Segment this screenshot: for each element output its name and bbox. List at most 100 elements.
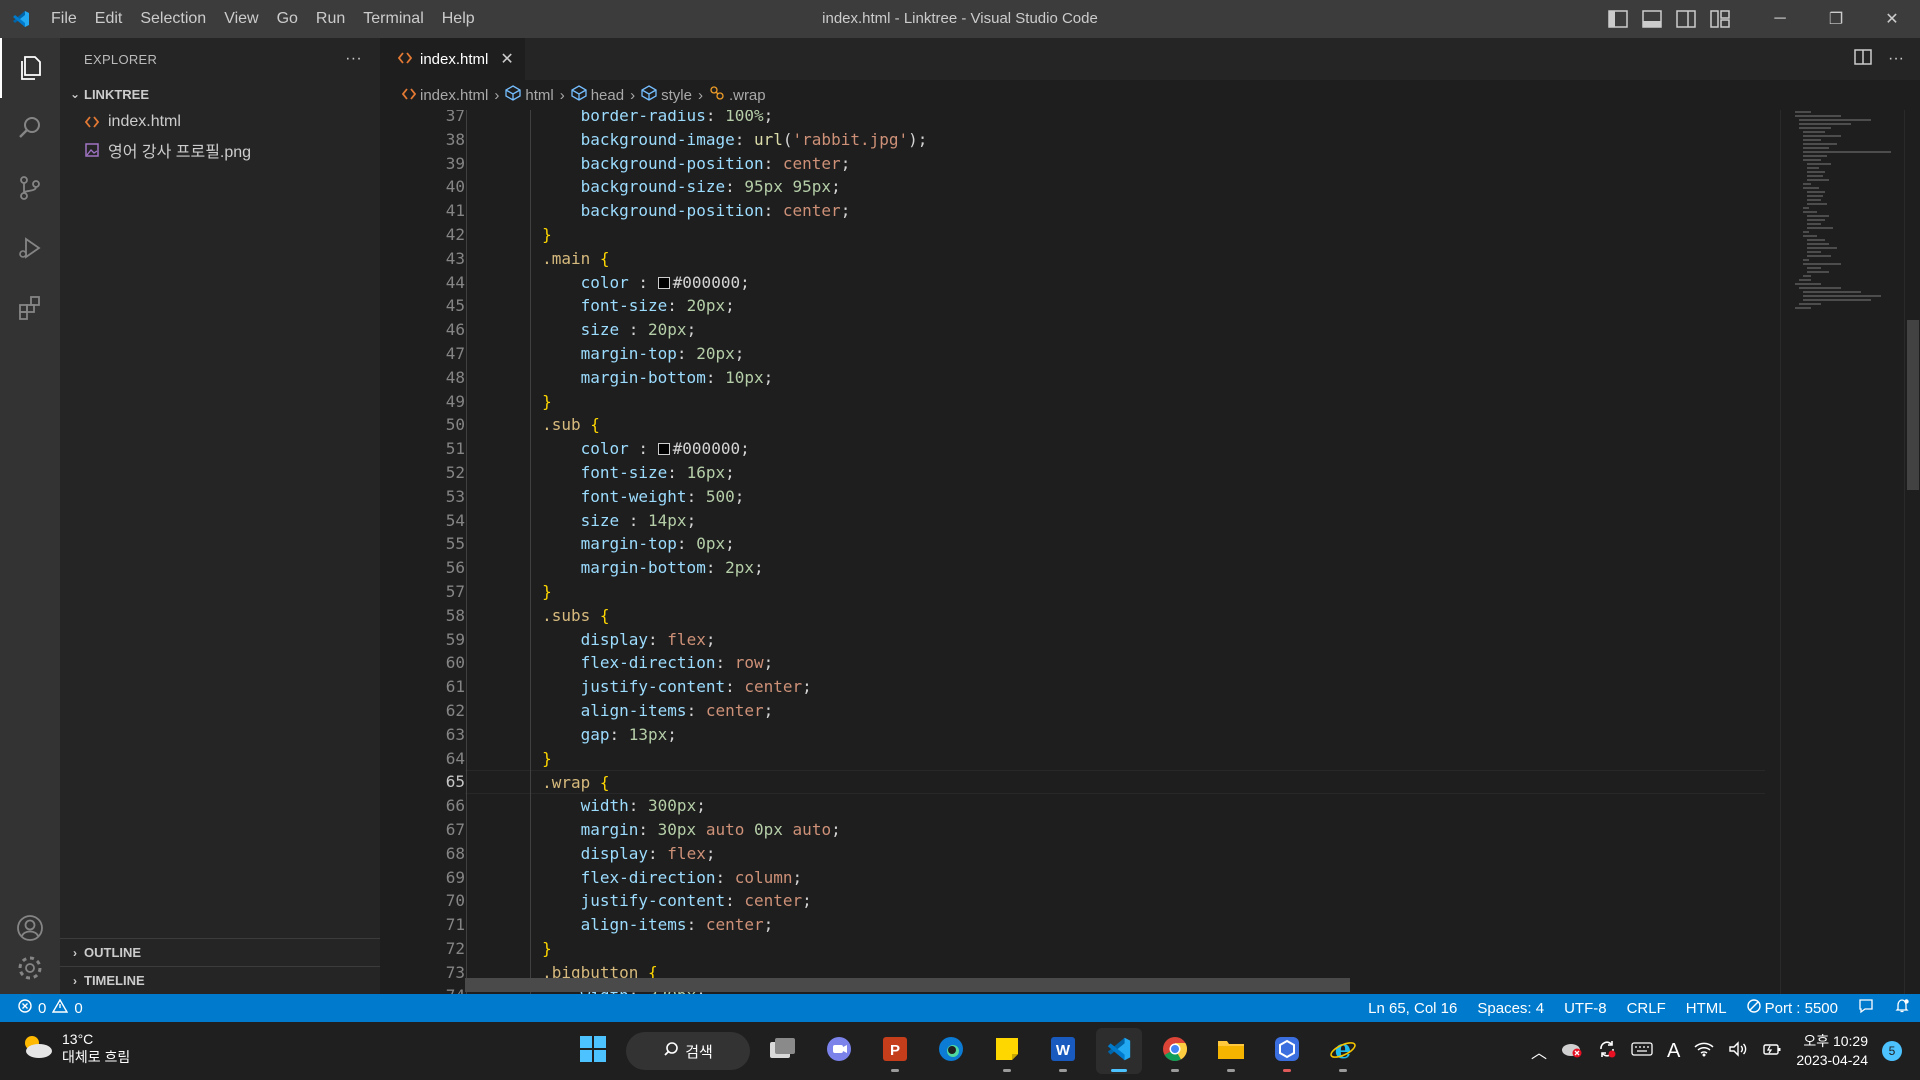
code-line[interactable]: margin-top: 0px; bbox=[465, 532, 1765, 556]
restore-icon[interactable]: ❐ bbox=[1808, 0, 1864, 38]
menu-go[interactable]: Go bbox=[268, 0, 307, 38]
security-app[interactable] bbox=[1264, 1028, 1310, 1074]
code-line[interactable]: .main { bbox=[465, 247, 1765, 271]
code-line[interactable]: .sub { bbox=[465, 413, 1765, 437]
close-window-icon[interactable]: ✕ bbox=[1864, 0, 1920, 38]
code-line[interactable]: } bbox=[465, 580, 1765, 604]
extensions-icon[interactable] bbox=[0, 278, 60, 338]
more-actions-icon[interactable]: ··· bbox=[1888, 50, 1904, 68]
code-line[interactable]: width: 300px; bbox=[465, 794, 1765, 818]
breadcrumb-file[interactable]: index.html bbox=[401, 87, 488, 104]
code-line[interactable]: color : #000000; bbox=[465, 437, 1765, 461]
code-line[interactable]: margin-top: 20px; bbox=[465, 342, 1765, 366]
weather-widget[interactable]: 13°C 대체로 흐림 bbox=[20, 1030, 130, 1066]
close-tab-icon[interactable]: ✕ bbox=[500, 49, 513, 69]
indentation[interactable]: Spaces: 4 bbox=[1477, 1000, 1544, 1017]
edge-app[interactable] bbox=[928, 1028, 974, 1074]
input-method-indicator[interactable]: A bbox=[1667, 1040, 1680, 1063]
menu-run[interactable]: Run bbox=[307, 0, 354, 38]
code-line[interactable]: display: flex; bbox=[465, 628, 1765, 652]
word-app[interactable]: W bbox=[1040, 1028, 1086, 1074]
battery-icon[interactable] bbox=[1762, 1041, 1782, 1061]
toggle-panel-icon[interactable] bbox=[1642, 10, 1662, 28]
code-line[interactable]: flex-direction: row; bbox=[465, 651, 1765, 675]
menu-view[interactable]: View bbox=[215, 0, 267, 38]
wifi-icon[interactable] bbox=[1694, 1041, 1714, 1061]
search-icon[interactable] bbox=[0, 98, 60, 158]
breadcrumb-style[interactable]: style bbox=[641, 85, 692, 105]
code-line[interactable]: margin-bottom: 2px; bbox=[465, 556, 1765, 580]
teams-chat-button[interactable] bbox=[816, 1028, 862, 1074]
code-line[interactable]: size : 20px; bbox=[465, 318, 1765, 342]
more-actions-icon[interactable]: ··· bbox=[345, 50, 362, 68]
volume-icon[interactable] bbox=[1728, 1041, 1748, 1061]
code-line[interactable]: justify-content: center; bbox=[465, 889, 1765, 913]
cursor-position[interactable]: Ln 65, Col 16 bbox=[1368, 1000, 1457, 1017]
code-line[interactable]: .subs { bbox=[465, 604, 1765, 628]
code-line[interactable]: border-radius: 100%; bbox=[465, 110, 1765, 128]
code-line[interactable]: } bbox=[465, 937, 1765, 961]
file-item-index-html[interactable]: index.html bbox=[60, 108, 380, 136]
code-line[interactable]: background-position: center; bbox=[465, 199, 1765, 223]
internet-explorer-app[interactable]: e bbox=[1320, 1028, 1366, 1074]
code-line[interactable]: margin: 30px auto 0px auto; bbox=[465, 818, 1765, 842]
code-line[interactable]: align-items: center; bbox=[465, 699, 1765, 723]
menu-file[interactable]: File bbox=[42, 0, 86, 38]
menu-terminal[interactable]: Terminal bbox=[354, 0, 432, 38]
code-line[interactable]: } bbox=[465, 390, 1765, 414]
sync-icon[interactable] bbox=[1597, 1039, 1617, 1063]
breadcrumb-head[interactable]: head bbox=[571, 85, 624, 105]
code-editor[interactable]: 37 38 39 40 41 42 43 44 45 46 47 48 49 50 51 52 53 54 55 56… bbox=[380, 110, 1780, 994]
split-editor-icon[interactable] bbox=[1854, 49, 1872, 69]
color-swatch[interactable] bbox=[657, 443, 670, 456]
clock[interactable]: 오후 10:29 2023-04-24 bbox=[1796, 1032, 1868, 1070]
menu-selection[interactable]: Selection bbox=[131, 0, 215, 38]
scrollbar-thumb[interactable] bbox=[1907, 320, 1919, 490]
code-line[interactable]: gap: 13px; bbox=[465, 723, 1765, 747]
code-line[interactable]: .wrap { bbox=[465, 770, 1765, 795]
run-debug-icon[interactable] bbox=[0, 218, 60, 278]
code-line[interactable]: font-size: 20px; bbox=[465, 294, 1765, 318]
code-line[interactable]: background-image: url('rabbit.jpg'); bbox=[465, 128, 1765, 152]
source-control-icon[interactable] bbox=[0, 158, 60, 218]
code-line[interactable]: } bbox=[465, 223, 1765, 247]
code-area[interactable]: border-radius: 100%; background-image: u… bbox=[465, 110, 1765, 994]
minimap[interactable] bbox=[1780, 110, 1900, 994]
task-view-button[interactable] bbox=[760, 1028, 806, 1074]
outline-section[interactable]: › OUTLINE bbox=[60, 938, 380, 966]
live-server-port[interactable]: Port : 5500 bbox=[1746, 999, 1838, 1017]
timeline-section[interactable]: › TIMELINE bbox=[60, 966, 380, 994]
horizontal-scrollbar[interactable] bbox=[465, 978, 1350, 992]
start-button[interactable] bbox=[570, 1028, 616, 1074]
breadcrumb-wrap[interactable]: .wrap bbox=[709, 85, 766, 105]
tab-index-html[interactable]: index.html ✕ bbox=[380, 38, 525, 80]
code-line[interactable]: align-items: center; bbox=[465, 913, 1765, 937]
code-line[interactable]: margin-bottom: 10px; bbox=[465, 366, 1765, 390]
settings-gear-icon[interactable] bbox=[0, 938, 60, 998]
code-line[interactable]: background-size: 95px 95px; bbox=[465, 175, 1765, 199]
notification-count-badge[interactable]: 5 bbox=[1882, 1041, 1902, 1061]
folder-linktree[interactable]: ⌄ LINKTREE bbox=[60, 80, 380, 108]
breadcrumb-html[interactable]: html bbox=[505, 85, 554, 105]
show-hidden-icons-chevron-icon[interactable]: ︿ bbox=[1531, 1039, 1547, 1063]
file-item-profile-png[interactable]: 영어 강사 프로필.png bbox=[60, 136, 380, 164]
code-line[interactable]: display: flex; bbox=[465, 842, 1765, 866]
feedback-icon[interactable] bbox=[1858, 998, 1874, 1018]
code-line[interactable]: color : #000000; bbox=[465, 271, 1765, 295]
customize-layout-icon[interactable] bbox=[1710, 10, 1730, 28]
file-explorer-app[interactable] bbox=[1208, 1028, 1254, 1074]
code-line[interactable]: background-position: center; bbox=[465, 152, 1765, 176]
language-mode[interactable]: HTML bbox=[1686, 1000, 1727, 1017]
menu-help[interactable]: Help bbox=[433, 0, 484, 38]
sticky-notes-app[interactable] bbox=[984, 1028, 1030, 1074]
code-line[interactable]: flex-direction: column; bbox=[465, 866, 1765, 890]
onedrive-error-icon[interactable] bbox=[1561, 1040, 1583, 1062]
problems-indicator[interactable]: 0 0 bbox=[0, 998, 83, 1017]
minimize-icon[interactable]: ─ bbox=[1752, 0, 1808, 38]
keyboard-icon[interactable] bbox=[1631, 1041, 1653, 1061]
color-swatch[interactable] bbox=[657, 276, 670, 289]
powerpoint-app[interactable]: P bbox=[872, 1028, 918, 1074]
code-line[interactable]: size : 14px; bbox=[465, 509, 1765, 533]
toggle-secondary-sidebar-icon[interactable] bbox=[1676, 10, 1696, 28]
explorer-icon[interactable] bbox=[0, 38, 60, 98]
